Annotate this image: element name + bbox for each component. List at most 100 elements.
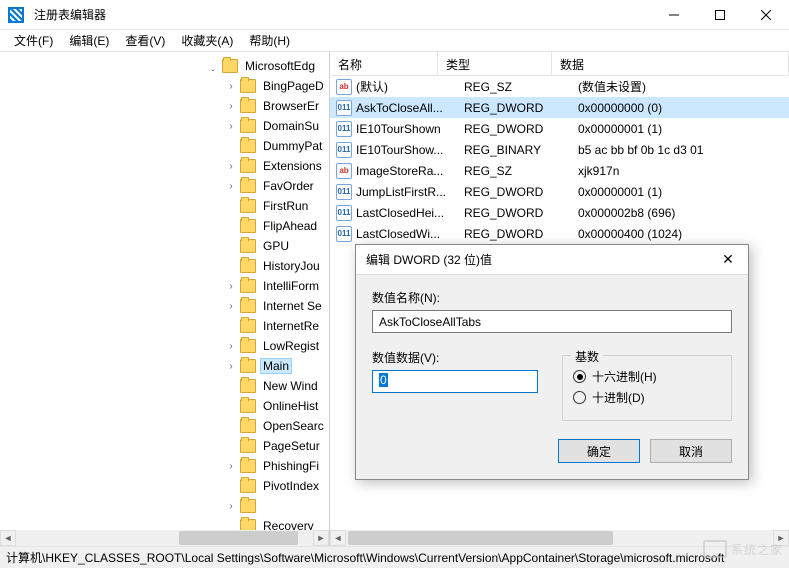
scroll-track[interactable]	[346, 530, 773, 546]
scroll-left-icon[interactable]: ◄	[330, 530, 346, 546]
chevron-right-icon[interactable]: ›	[224, 499, 238, 513]
tree-item[interactable]: ›PageSetur	[0, 436, 329, 456]
list-row[interactable]: 011LastClosedWi...REG_DWORD0x00000400 (1…	[330, 223, 789, 244]
tree-item[interactable]: ›LowRegist	[0, 336, 329, 356]
ok-button[interactable]: 确定	[558, 439, 640, 463]
chevron-right-icon[interactable]: ›	[224, 179, 238, 193]
value-data-field[interactable]: 0	[372, 370, 538, 393]
cell-type: REG_DWORD	[464, 206, 578, 220]
tree-item[interactable]: › BrowserEr	[0, 96, 329, 116]
chevron-down-icon[interactable]: ˬ	[206, 59, 220, 73]
folder-icon	[240, 479, 256, 493]
cell-name: AskToCloseAll...	[356, 101, 464, 115]
radix-dec-radio[interactable]: 十进制(D)	[573, 389, 721, 406]
radix-hex-radio[interactable]: 十六进制(H)	[573, 368, 721, 385]
tree-item[interactable]: ›OpenSearc	[0, 416, 329, 436]
value-data-selection: 0	[379, 373, 388, 387]
list-view[interactable]: ab(默认)REG_SZ(数值未设置)011AskToCloseAll...RE…	[330, 76, 789, 244]
col-data[interactable]: 数据	[552, 52, 789, 75]
chevron-right-icon[interactable]: ›	[224, 459, 238, 473]
tree-hscrollbar[interactable]: ◄ ►	[0, 530, 329, 546]
chevron-right-icon[interactable]: ›	[224, 299, 238, 313]
col-type[interactable]: 类型	[438, 52, 552, 75]
minimize-button[interactable]	[651, 0, 697, 30]
tree-item-label: FirstRun	[260, 198, 311, 214]
tree-item[interactable]: ›HistoryJou	[0, 256, 329, 276]
tree-view[interactable]: ˬ MicrosoftEdg ›BingPageD›BrowserEr›Doma…	[0, 52, 329, 530]
menu-help[interactable]: 帮助(H)	[241, 30, 298, 51]
tree-item[interactable]: ›	[0, 496, 329, 516]
menu-favorites[interactable]: 收藏夹(A)	[173, 30, 241, 51]
chevron-right-icon[interactable]: ›	[224, 99, 238, 113]
tree-item[interactable]: ›Extensions	[0, 156, 329, 176]
chevron-right-icon[interactable]: ›	[224, 79, 238, 93]
tree-item-label: MicrosoftEdg	[242, 58, 318, 74]
radio-icon	[573, 370, 586, 383]
chevron-right-icon[interactable]: ›	[224, 359, 238, 373]
tree-item[interactable]: ›PivotIndex	[0, 476, 329, 496]
folder-icon	[240, 299, 256, 313]
list-row[interactable]: 011IE10TourShownREG_DWORD0x00000001 (1)	[330, 118, 789, 139]
scroll-right-icon[interactable]: ►	[313, 530, 329, 546]
binary-value-icon: 011	[336, 184, 352, 200]
tree-item[interactable]: ›FavOrder	[0, 176, 329, 196]
tree-item[interactable]: ›BingPageD	[0, 76, 329, 96]
folder-icon	[240, 99, 256, 113]
menu-view[interactable]: 查看(V)	[117, 30, 173, 51]
tree-item[interactable]: ›FirstRun	[0, 196, 329, 216]
cell-name: IE10TourShow...	[356, 143, 464, 157]
list-row[interactable]: 011JumpListFirstR...REG_DWORD0x00000001 …	[330, 181, 789, 202]
tree-root-item[interactable]: ˬ MicrosoftEdg	[0, 56, 329, 76]
folder-icon	[240, 219, 256, 233]
list-row[interactable]: abImageStoreRa...REG_SZxjk917n	[330, 160, 789, 181]
dialog-titlebar[interactable]: 编辑 DWORD (32 位)值 ✕	[356, 245, 748, 275]
tree-item[interactable]: ›OnlineHist	[0, 396, 329, 416]
tree-item-label: PivotIndex	[260, 478, 322, 494]
chevron-right-icon[interactable]: ›	[224, 279, 238, 293]
list-header: 名称 类型 数据	[330, 52, 789, 76]
tree-item[interactable]: › Internet Se	[0, 296, 329, 316]
menubar: 文件(F) 编辑(E) 查看(V) 收藏夹(A) 帮助(H)	[0, 30, 789, 52]
tree-item[interactable]: › DomainSu	[0, 116, 329, 136]
scroll-left-icon[interactable]: ◄	[0, 530, 16, 546]
col-name[interactable]: 名称	[330, 52, 438, 75]
list-row[interactable]: 011IE10TourShow...REG_BINARYb5 ac bb bf …	[330, 139, 789, 160]
scroll-right-icon[interactable]: ►	[773, 530, 789, 546]
scroll-thumb[interactable]	[179, 531, 298, 545]
chevron-right-icon[interactable]: ›	[224, 159, 238, 173]
scroll-track[interactable]	[16, 530, 313, 546]
tree-item-label: Internet Se	[260, 298, 325, 314]
binary-value-icon: 011	[336, 226, 352, 242]
chevron-right-icon[interactable]: ›	[224, 339, 238, 353]
list-hscrollbar[interactable]: ◄ ►	[330, 530, 789, 546]
cancel-button[interactable]: 取消	[650, 439, 732, 463]
tree-item[interactable]: ›GPU	[0, 236, 329, 256]
tree-item[interactable]: ›IntelliForm	[0, 276, 329, 296]
tree-item[interactable]: ›InternetRe	[0, 316, 329, 336]
tree-item[interactable]: ›DummyPat	[0, 136, 329, 156]
menu-edit[interactable]: 编辑(E)	[61, 30, 117, 51]
list-row[interactable]: ab(默认)REG_SZ(数值未设置)	[330, 76, 789, 97]
tree-item[interactable]: ›FlipAhead	[0, 216, 329, 236]
list-row[interactable]: 011AskToCloseAll...REG_DWORD0x00000000 (…	[330, 97, 789, 118]
chevron-right-icon[interactable]: ›	[224, 119, 238, 133]
cell-type: REG_BINARY	[464, 143, 578, 157]
folder-icon	[240, 439, 256, 453]
tree-item[interactable]: ›New Wind	[0, 376, 329, 396]
string-value-icon: ab	[336, 79, 352, 95]
list-row[interactable]: 011LastClosedHei...REG_DWORD0x000002b8 (…	[330, 202, 789, 223]
tree-item[interactable]: ›Recovery	[0, 516, 329, 530]
folder-icon	[240, 139, 256, 153]
dialog-title: 编辑 DWORD (32 位)值	[366, 251, 492, 268]
menu-file[interactable]: 文件(F)	[6, 30, 61, 51]
scroll-thumb[interactable]	[348, 531, 613, 545]
tree-item[interactable]: ›Main	[0, 356, 329, 376]
tree-item-label: DomainSu	[260, 118, 322, 134]
maximize-button[interactable]	[697, 0, 743, 30]
dialog-close-button[interactable]: ✕	[708, 245, 748, 275]
cell-type: REG_SZ	[464, 164, 578, 178]
close-button[interactable]	[743, 0, 789, 30]
tree-item[interactable]: ›PhishingFi	[0, 456, 329, 476]
tree-item-label: BrowserEr	[260, 98, 322, 114]
value-name-field[interactable]	[372, 310, 732, 333]
